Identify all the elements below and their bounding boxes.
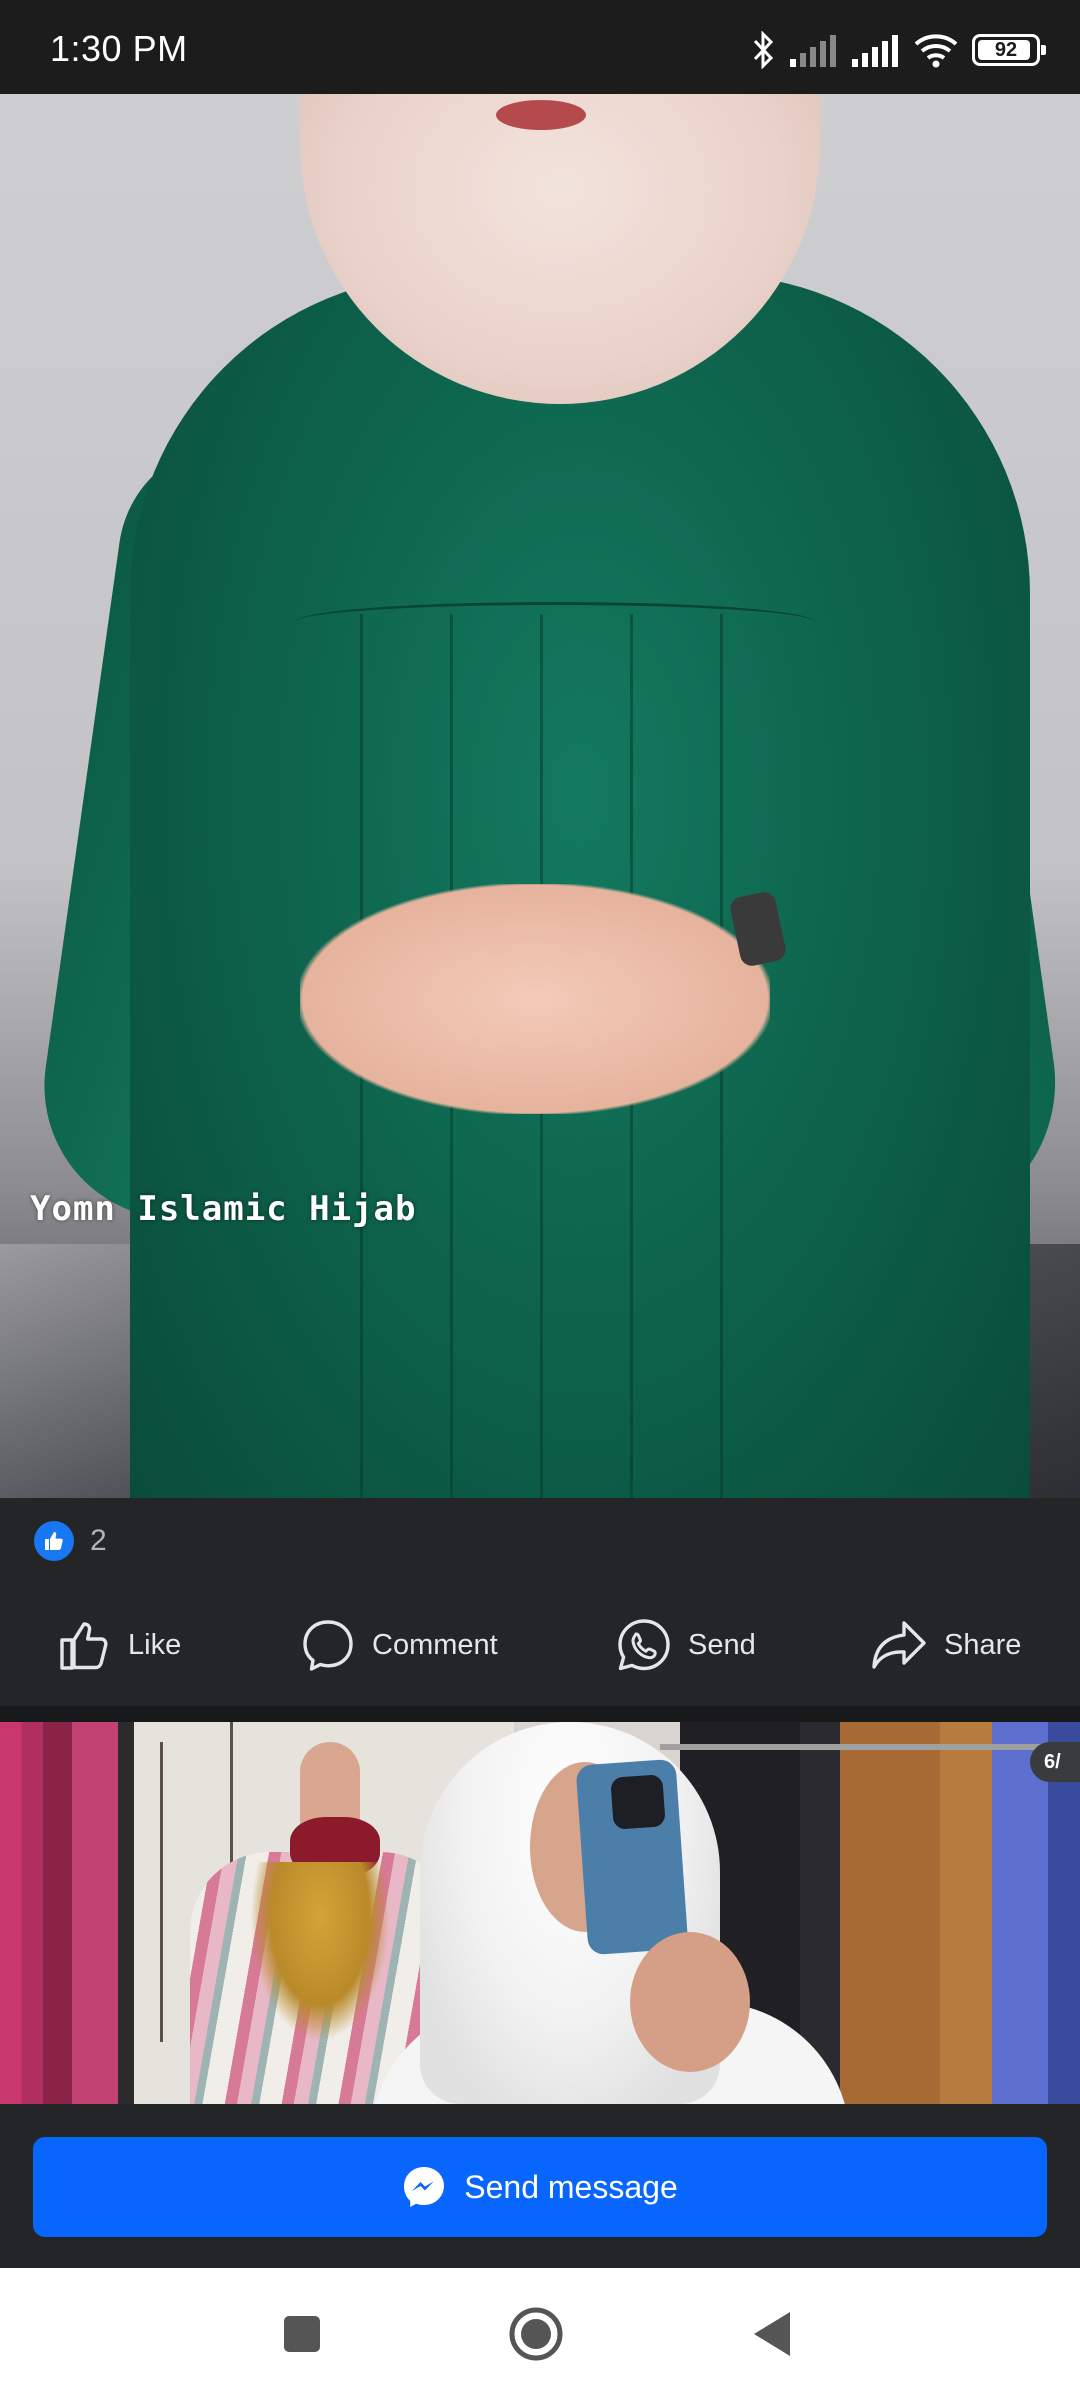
signal-icon xyxy=(790,35,836,67)
phone-camera xyxy=(610,1774,666,1830)
whatsapp-icon xyxy=(618,1619,670,1671)
messenger-icon xyxy=(404,2167,445,2207)
status-icons: 92 xyxy=(752,30,1046,70)
home-icon xyxy=(509,2307,563,2361)
clothing-rack-left xyxy=(0,1722,120,2104)
send-message-bar: Send message xyxy=(0,2104,1080,2268)
reactions-summary[interactable]: 2 xyxy=(0,1498,1080,1584)
hanging-rail xyxy=(660,1744,1080,1750)
wifi-icon xyxy=(914,34,958,68)
signal-icon xyxy=(852,35,898,67)
like-label: Like xyxy=(128,1628,182,1661)
battery-level: 92 xyxy=(994,38,1018,61)
comment-label: Comment xyxy=(372,1628,498,1661)
recents-button[interactable] xyxy=(266,2298,338,2370)
comment-icon xyxy=(303,1620,353,1671)
dress-yoke xyxy=(295,602,815,642)
share-button[interactable]: Share xyxy=(870,1584,1021,1706)
rack-pole xyxy=(118,1722,134,2104)
share-icon xyxy=(872,1621,926,1669)
battery-icon: 92 xyxy=(972,34,1046,66)
bluetooth-icon xyxy=(753,31,774,69)
reaction-count: 2 xyxy=(90,1524,107,1557)
like-button[interactable]: Like xyxy=(58,1584,181,1706)
send-message-button[interactable]: Send message xyxy=(33,2137,1047,2237)
model-hands xyxy=(300,884,770,1114)
status-bar: 1:30 PM 92 xyxy=(0,0,1080,94)
post-actions: Like Comment Send Share xyxy=(0,1584,1080,1706)
model-lips xyxy=(496,100,586,130)
send-whatsapp-button[interactable]: Send xyxy=(616,1584,756,1706)
home-button[interactable] xyxy=(500,2298,572,2370)
kaftan-embroidery xyxy=(250,1862,390,2042)
recents-icon xyxy=(284,2316,320,2352)
post-photo[interactable]: Yomn Islamic Hijab xyxy=(0,94,1080,1498)
photo-counter: 6/ xyxy=(1030,1742,1080,1782)
status-time: 1:30 PM xyxy=(50,28,188,69)
send-message-label: Send message xyxy=(464,2168,678,2205)
system-nav-bar xyxy=(0,2268,1080,2400)
like-icon xyxy=(60,1622,108,1670)
back-button[interactable] xyxy=(736,2298,808,2370)
wallpaper-branch xyxy=(160,1742,163,2042)
next-post-photo[interactable]: 6/ xyxy=(0,1722,1080,2104)
send-label: Send xyxy=(688,1628,756,1661)
comment-button[interactable]: Comment xyxy=(300,1584,498,1706)
back-icon xyxy=(754,2312,790,2356)
share-label: Share xyxy=(944,1628,1022,1661)
like-reaction-icon xyxy=(34,1521,74,1561)
person-hand xyxy=(630,1932,750,2072)
photo-watermark: Yomn Islamic Hijab xyxy=(30,1189,417,1229)
